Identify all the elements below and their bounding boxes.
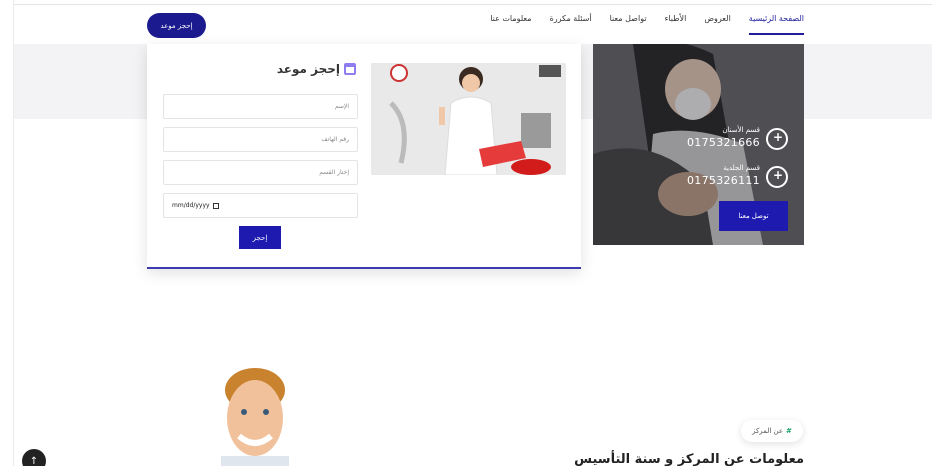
dept-derma-name: قسم الجلدية xyxy=(723,164,760,172)
dept-dental: قسم الأسنان 0175321666 xyxy=(687,126,760,149)
calendar-icon xyxy=(344,63,356,75)
nav-item-doctors[interactable]: الأطباء xyxy=(665,14,687,35)
date-field[interactable]: mm/dd/yyyy xyxy=(163,193,358,218)
dept-dental-name: قسم الأسنان xyxy=(722,126,760,134)
name-placeholder: الإسم xyxy=(334,103,349,110)
top-divider xyxy=(0,4,932,5)
nav-item-home[interactable]: الصفحة الرئيسية xyxy=(748,14,804,35)
doctor-illustration xyxy=(221,368,289,466)
scroll-top-button[interactable]: ↑ xyxy=(22,449,46,466)
booking-title-text: إحجز موعد xyxy=(276,62,340,76)
page: الصفحة الرئيسية العروض الأطباء تواصل معن… xyxy=(0,0,932,466)
booking-card: إحجز موعد الإسم رقم الهاتف إختار القسم m… xyxy=(147,44,581,269)
date-picker-icon[interactable] xyxy=(212,202,219,209)
submit-button[interactable]: إحجز xyxy=(239,226,281,249)
booking-title: إحجز موعد xyxy=(277,62,356,76)
dept-dental-phone: 0175321666 xyxy=(687,136,760,149)
phone-field[interactable]: رقم الهاتف xyxy=(163,127,358,152)
doctor-portrait xyxy=(215,368,295,466)
nav-item-about[interactable]: معلومات عنا xyxy=(490,14,531,35)
phone-icon xyxy=(766,166,788,188)
contact-button[interactable]: توصل معنا xyxy=(719,201,788,231)
phone-placeholder: رقم الهاتف xyxy=(321,136,349,143)
dept-derma-phone: 0175326111 xyxy=(687,174,760,187)
name-field[interactable]: الإسم xyxy=(163,94,358,119)
main-nav: الصفحة الرئيسية العروض الأطباء تواصل معن… xyxy=(490,14,804,35)
hero-photo: قسم الأسنان 0175321666 قسم الجلدية 01753… xyxy=(593,44,804,245)
phone-icon xyxy=(766,128,788,150)
hash-icon: # xyxy=(786,427,792,435)
about-badge: عن المركز # xyxy=(741,420,803,442)
about-badge-label: عن المركز xyxy=(752,427,784,435)
department-placeholder: إختار القسم xyxy=(319,169,349,176)
header-book-button[interactable]: إحجز موعد xyxy=(147,13,206,38)
date-value: mm/dd/yyyy xyxy=(172,202,210,209)
department-select[interactable]: إختار القسم xyxy=(163,160,358,185)
dentist-illustration xyxy=(371,63,566,175)
about-title: معلومات عن المركز و سنة التأسيس xyxy=(574,452,804,466)
dept-derma: قسم الجلدية 0175326111 xyxy=(687,164,760,187)
arrow-up-icon: ↑ xyxy=(29,455,39,466)
dentist-photo xyxy=(371,63,566,175)
nav-item-contact[interactable]: تواصل معنا xyxy=(610,14,647,35)
left-edge xyxy=(0,0,14,466)
nav-item-offers[interactable]: العروض xyxy=(704,14,730,35)
nav-item-faq[interactable]: أسئلة مكررة xyxy=(550,14,592,35)
